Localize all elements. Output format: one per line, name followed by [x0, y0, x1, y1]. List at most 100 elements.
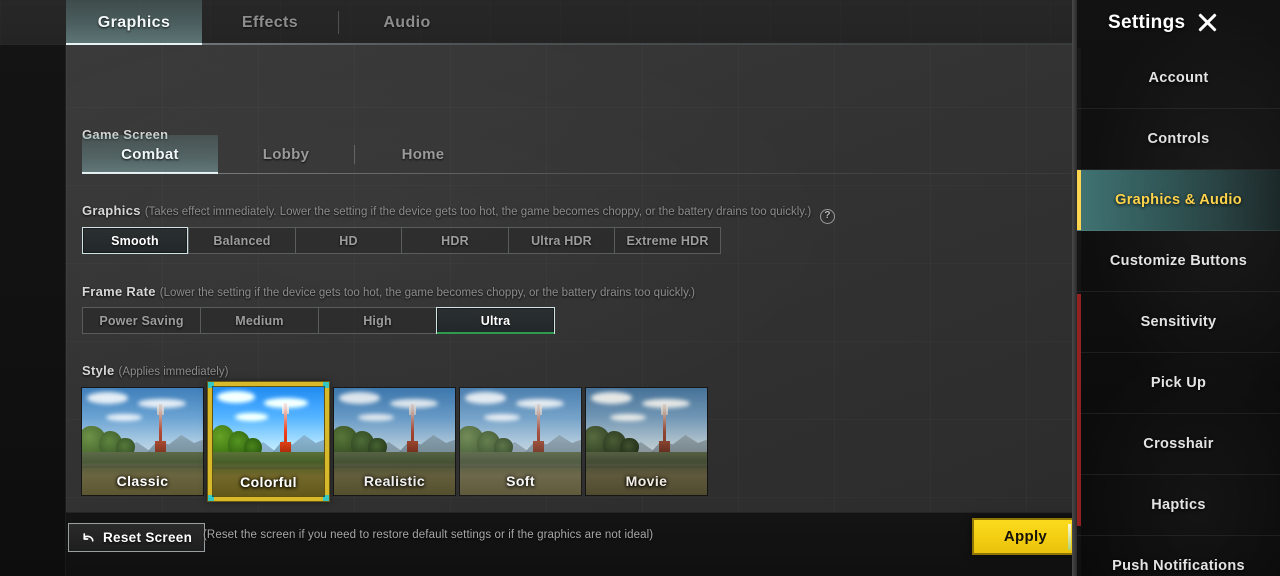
frame-rate-option-high[interactable]: High: [318, 307, 436, 334]
close-icon[interactable]: [1195, 10, 1220, 35]
tab-effects[interactable]: Effects: [202, 0, 338, 45]
sidebar-scrollbar[interactable]: [1077, 48, 1081, 576]
graphics-option-hdr[interactable]: HDR: [401, 227, 508, 254]
cloud-icon: [86, 392, 128, 405]
style-option-colorful[interactable]: Colorful: [208, 382, 329, 501]
sidebar-menu: Account Controls Graphics & Audio Custom…: [1077, 48, 1280, 576]
subtab-combat[interactable]: Combat: [82, 135, 218, 174]
subtab-lobby[interactable]: Lobby: [218, 135, 354, 174]
radio-tower: [533, 404, 545, 455]
style-label: Style: [82, 363, 115, 378]
sidebar-item-haptics[interactable]: Haptics: [1077, 475, 1280, 536]
sidebar-item-push-notifications[interactable]: Push Notifications: [1077, 536, 1280, 576]
style-option-soft[interactable]: Soft: [460, 388, 581, 495]
top-tabs: Graphics Effects Audio: [66, 0, 475, 45]
undo-arrow-icon: [83, 533, 94, 542]
sidebar-header: Settings: [1077, 0, 1280, 45]
style-thumbnail-movie: Movie: [586, 388, 707, 495]
style-thumbnail-soft: Soft: [460, 388, 581, 495]
graphics-settings-panel: Game Screen Combat Lobby Home Graphics (…: [66, 45, 1077, 576]
style-note: (Applies immediately): [118, 366, 229, 378]
style-thumbnail-realistic: Realistic: [334, 388, 455, 495]
apply-button[interactable]: Apply: [972, 518, 1079, 555]
sidebar-item-controls[interactable]: Controls: [1077, 109, 1280, 170]
style-option-colorful-label: Colorful: [240, 474, 297, 490]
graphics-options: Smooth Balanced HD HDR Ultra HDR Extreme…: [82, 227, 721, 254]
frame-rate-option-ultra[interactable]: Ultra: [436, 307, 555, 334]
radio-tower: [279, 403, 291, 455]
style-option-movie-label: Movie: [625, 473, 668, 489]
sidebar-item-label: Pick Up: [1150, 375, 1207, 391]
left-gutter: [0, 0, 66, 576]
sidebar-item-label: Crosshair: [1143, 436, 1214, 452]
frame-rate-option-medium[interactable]: Medium: [200, 307, 318, 334]
graphics-option-smooth-label: Smooth: [111, 233, 159, 248]
button-glint: [1068, 524, 1071, 550]
reset-screen-label: Reset Screen: [103, 530, 193, 545]
graphics-section-header: Graphics (Takes effect immediately. Lowe…: [82, 203, 836, 224]
graphics-label: Graphics: [82, 203, 141, 218]
sidebar-item-label: Account: [1148, 70, 1209, 86]
tab-effects-label: Effects: [241, 13, 299, 31]
sidebar-item-label: Customize Buttons: [1109, 253, 1248, 269]
reset-screen-note: (Reset the screen if you need to restore…: [203, 529, 654, 541]
sidebar-item-graphics-audio[interactable]: Graphics & Audio: [1077, 170, 1280, 231]
radio-tower: [659, 404, 671, 455]
frame-rate-note: (Lower the setting if the device gets to…: [159, 287, 695, 299]
style-option-classic-label: Classic: [116, 473, 169, 489]
apply-button-label: Apply: [1003, 528, 1048, 545]
sidebar-item-label: Sensitivity: [1140, 314, 1217, 330]
settings-screen: Graphics Effects Audio Game Screen Comba…: [0, 0, 1280, 576]
sidebar-item-crosshair[interactable]: Crosshair: [1077, 414, 1280, 475]
tab-graphics[interactable]: Graphics: [66, 0, 202, 45]
graphics-note: (Takes effect immediately. Lower the set…: [144, 206, 812, 218]
style-section-header: Style (Applies immediately): [82, 363, 228, 378]
tab-audio-label: Audio: [383, 13, 431, 31]
sidebar-item-account[interactable]: Account: [1077, 48, 1280, 109]
question-mark-icon[interactable]: ?: [820, 209, 836, 224]
graphics-option-hd[interactable]: HD: [295, 227, 401, 254]
cloud-icon: [464, 392, 506, 405]
frame-rate-section-header: Frame Rate (Lower the setting if the dev…: [82, 284, 695, 299]
tab-audio[interactable]: Audio: [339, 0, 475, 45]
style-option-realistic[interactable]: Realistic: [334, 388, 455, 495]
tab-graphics-label: Graphics: [97, 13, 171, 31]
frame-rate-options: Power Saving Medium High Ultra: [82, 307, 555, 334]
frame-rate-option-ultra-label: Ultra: [480, 313, 511, 328]
graphics-option-ultra-hdr-label: Ultra HDR: [531, 233, 592, 248]
page-title: Settings: [1108, 11, 1186, 33]
graphics-option-hd-label: HD: [339, 233, 358, 248]
style-option-classic[interactable]: Classic: [82, 388, 203, 495]
cloud-icon: [590, 392, 632, 405]
frame-rate-option-high-label: High: [363, 313, 392, 328]
style-thumbnail-colorful: Colorful: [213, 387, 324, 496]
graphics-option-extreme-hdr-label: Extreme HDR: [626, 233, 709, 248]
graphics-option-ultra-hdr[interactable]: Ultra HDR: [508, 227, 614, 254]
game-screen-subtabs: Combat Lobby Home: [82, 135, 1077, 174]
frame-rate-option-power-saving[interactable]: Power Saving: [82, 307, 200, 334]
sidebar-scrollbar-thumb[interactable]: [1077, 294, 1081, 526]
frame-rate-option-medium-label: Medium: [235, 313, 284, 328]
sidebar-item-label: Graphics & Audio: [1115, 192, 1242, 208]
graphics-option-hdr-label: HDR: [441, 233, 469, 248]
sidebar-item-sensitivity[interactable]: Sensitivity: [1077, 292, 1280, 353]
graphics-option-balanced[interactable]: Balanced: [188, 227, 295, 254]
graphics-option-extreme-hdr[interactable]: Extreme HDR: [614, 227, 721, 254]
radio-tower: [407, 404, 419, 455]
sidebar-item-label: Haptics: [1151, 497, 1206, 513]
graphics-option-smooth[interactable]: Smooth: [82, 227, 188, 254]
subtab-home[interactable]: Home: [355, 135, 491, 174]
sidebar-item-label: Controls: [1147, 131, 1210, 147]
style-option-movie[interactable]: Movie: [586, 388, 707, 495]
reset-screen-button[interactable]: Reset Screen: [68, 523, 206, 552]
style-thumbnails: Classic Colorful Realistic Soft Movie: [82, 382, 707, 507]
style-option-realistic-label: Realistic: [363, 473, 426, 489]
settings-sidebar: Settings Account Controls Graphics & Aud…: [1072, 0, 1280, 576]
subtab-home-label: Home: [401, 146, 445, 163]
subtab-lobby-label: Lobby: [262, 146, 310, 163]
sidebar-item-pick-up[interactable]: Pick Up: [1077, 353, 1280, 414]
subtab-combat-label: Combat: [121, 146, 179, 163]
bottom-action-bar: [66, 512, 1077, 576]
radio-tower: [155, 404, 167, 455]
sidebar-item-customize-buttons[interactable]: Customize Buttons: [1077, 231, 1280, 292]
